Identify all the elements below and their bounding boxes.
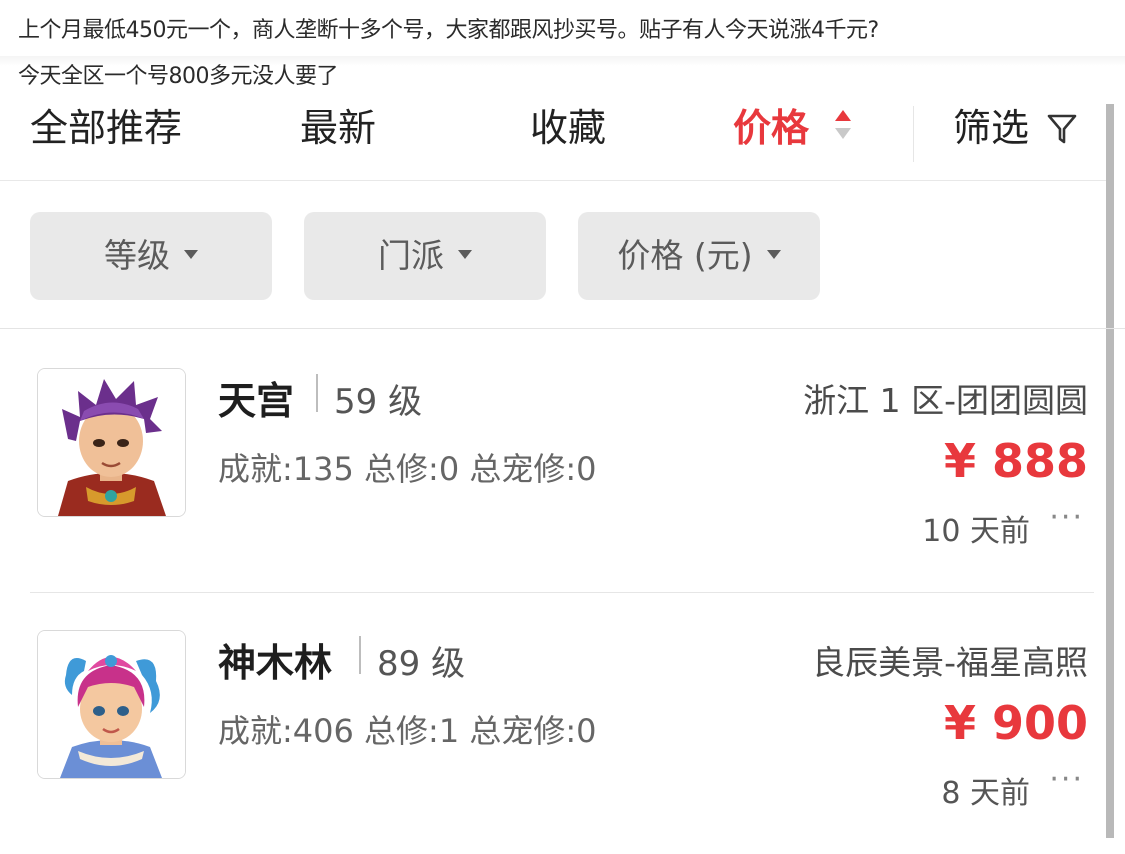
server-name: 良辰美景-福星高照 (812, 643, 1088, 682)
name-level-separator (316, 374, 318, 412)
character-name: 神木林 (218, 641, 333, 685)
filter-chip-label: 等级 (104, 236, 170, 275)
filter-funnel-icon[interactable] (1046, 112, 1078, 146)
tab-all-recommended[interactable]: 全部推荐 (30, 92, 182, 180)
caret-down-icon (458, 250, 472, 259)
filter-chip-price[interactable]: 价格 (元) (578, 212, 820, 300)
avatar[interactable] (37, 630, 186, 779)
sort-down-icon (835, 128, 851, 139)
listing-row[interactable]: 天宫 59 级 成就:135 总修:0 总宠修:0 浙江 1 区-团团圆圆 ¥ … (0, 330, 1108, 593)
caret-down-icon (766, 250, 781, 259)
sort-divider (913, 106, 914, 162)
listing-price: ¥ 900 (943, 696, 1088, 750)
listing-row[interactable]: 神木林 89 级 成就:406 总修:1 总宠修:0 良辰美景-福星高照 ¥ 9… (0, 592, 1108, 854)
tab-price[interactable]: 价格 (733, 92, 809, 180)
character-name: 天宫 (218, 379, 295, 423)
character-avatar-purple-hair (38, 369, 185, 516)
avatar[interactable] (37, 368, 186, 517)
tab-favorites[interactable]: 收藏 (530, 92, 606, 180)
character-stats: 成就:135 总修:0 总宠修:0 (218, 450, 597, 488)
character-stats: 成就:406 总修:1 总宠修:0 (218, 712, 597, 750)
caption-line-1: 上个月最低450元一个，商人垄断十多个号，大家都跟风抄买号。贴子有人今天说涨4千… (18, 18, 879, 43)
character-level: 89 级 (377, 644, 466, 684)
sort-up-icon (835, 110, 851, 121)
caption-banner: 上个月最低450元一个，商人垄断十多个号，大家都跟风抄买号。贴子有人今天说涨4千… (0, 0, 1125, 92)
filter-chip-level[interactable]: 等级 (30, 212, 272, 300)
sort-arrows-icon[interactable] (835, 110, 853, 146)
character-level: 59 级 (334, 382, 423, 422)
section-divider (0, 328, 1125, 329)
tab-latest[interactable]: 最新 (300, 92, 376, 180)
listing-time: 8 天前 (941, 776, 1030, 811)
listing-time: 10 天前 (922, 514, 1030, 549)
caption-line-2: 今天全区一个号800多元没人要了 (18, 64, 339, 89)
tab-filter[interactable]: 筛选 (953, 92, 1029, 180)
filter-chip-label: 门派 (378, 236, 444, 275)
character-avatar-pink-hair (38, 631, 185, 778)
server-name: 浙江 1 区-团团圆圆 (803, 381, 1088, 420)
filter-chip-label: 价格 (元) (617, 236, 753, 275)
caret-down-icon (184, 250, 198, 259)
filter-chip-school[interactable]: 门派 (304, 212, 546, 300)
sort-bar: 全部推荐 最新 收藏 价格 筛选 (0, 92, 1108, 181)
name-level-separator (359, 636, 361, 674)
more-options-icon[interactable]: ··· (1049, 762, 1084, 797)
listing-price: ¥ 888 (943, 434, 1088, 488)
more-options-icon[interactable]: ··· (1049, 500, 1084, 535)
